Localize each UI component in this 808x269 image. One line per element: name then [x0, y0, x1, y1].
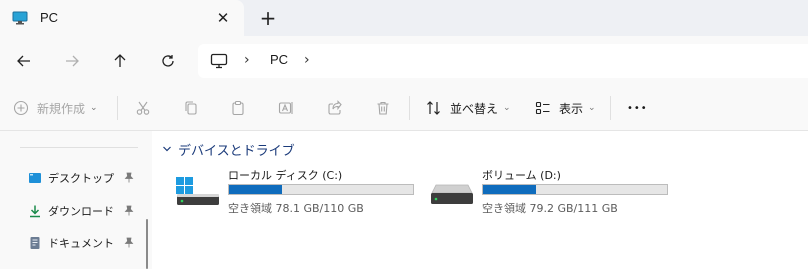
back-button[interactable] — [11, 48, 37, 74]
usage-bar — [228, 184, 414, 195]
arrow-up-icon — [114, 54, 126, 67]
list-view-icon — [535, 101, 550, 115]
divider — [409, 96, 410, 120]
hard-drive-icon — [176, 177, 219, 205]
chevron-down-icon: ⌄ — [503, 103, 511, 113]
desktop-icon — [29, 173, 41, 183]
free-space-text: 空き領域 78.1 GB/110 GB — [228, 202, 364, 215]
sidebar-item-downloads[interactable]: ダウンロード — [28, 200, 140, 222]
monitor-icon — [12, 11, 28, 25]
clipboard-icon — [232, 100, 244, 116]
drive-d[interactable]: ボリューム (D:) 空き領域 79.2 GB/111 GB — [430, 167, 680, 217]
sort-button[interactable]: 並べ替え ⌄ — [426, 86, 511, 130]
drive-name: ローカル ディスク (C:) — [228, 169, 343, 182]
drive-c[interactable]: ローカル ディスク (C:) 空き領域 78.1 GB/110 GB — [176, 167, 426, 217]
divider — [20, 147, 138, 148]
tab-pc[interactable]: PC ✕ — [0, 0, 244, 36]
free-space-text: 空き領域 79.2 GB/111 GB — [482, 202, 618, 215]
hard-drive-icon — [431, 184, 473, 204]
trash-icon — [377, 101, 389, 115]
chevron-down-icon — [163, 146, 171, 152]
divider — [610, 96, 611, 120]
up-button[interactable] — [107, 48, 133, 74]
tab-title: PC — [40, 10, 59, 25]
group-title: デバイスとドライブ — [178, 143, 295, 159]
document-icon — [30, 237, 40, 249]
sidebar-item-label: デスクトップ — [48, 172, 114, 185]
pin-icon — [124, 237, 134, 248]
scrollbar[interactable] — [146, 219, 148, 269]
chevron-down-icon: ⌄ — [588, 103, 596, 113]
sidebar-item-desktop[interactable]: デスクトップ — [28, 167, 140, 189]
usage-bar — [482, 184, 668, 195]
view-button[interactable]: 表示 ⌄ — [535, 86, 596, 130]
arrow-left-icon — [17, 55, 30, 67]
share-button[interactable] — [327, 86, 343, 130]
breadcrumb-separator[interactable]: › — [244, 52, 250, 68]
divider — [117, 96, 118, 120]
download-icon — [30, 205, 40, 218]
sidebar-item-label: ダウンロード — [48, 205, 114, 218]
breadcrumb-separator[interactable]: › — [304, 52, 310, 68]
cut-button[interactable] — [135, 86, 151, 130]
breadcrumb-pc[interactable]: PC — [270, 52, 288, 67]
pin-icon — [124, 205, 134, 216]
arrow-right-icon — [66, 55, 79, 67]
pin-icon — [124, 172, 134, 183]
chevron-down-icon: ⌄ — [90, 103, 98, 113]
sort-icon — [427, 101, 440, 115]
group-header-devices[interactable]: デバイスとドライブ — [162, 139, 295, 159]
command-bar: 新規作成 ⌄ 並べ替え ⌄ 表示 ⌄ ••• — [0, 86, 808, 131]
plus-circle-icon — [13, 100, 29, 116]
sidebar-item-label: ドキュメント — [48, 237, 114, 250]
view-label: 表示 — [559, 101, 584, 116]
windows-logo-icon — [176, 177, 193, 194]
monitor-icon — [210, 53, 228, 69]
navigation-pane: デスクトップ ダウンロード ドキュメント — [0, 131, 152, 269]
drive-name: ボリューム (D:) — [482, 169, 561, 182]
tab-close-button[interactable]: ✕ — [214, 9, 232, 27]
copy-button[interactable] — [183, 86, 199, 130]
refresh-button[interactable] — [155, 48, 181, 74]
content-area: デバイスとドライブ ローカル ディスク (C:) 空き領域 78.1 GB/11… — [152, 131, 808, 269]
new-label: 新規作成 — [37, 101, 86, 116]
paste-button[interactable] — [230, 86, 246, 130]
sidebar-item-documents[interactable]: ドキュメント — [28, 232, 140, 254]
share-icon — [328, 100, 342, 115]
delete-button[interactable] — [375, 86, 391, 130]
copy-icon — [185, 101, 197, 115]
address-bar[interactable]: › PC › — [198, 44, 808, 78]
tab-bar: PC ✕ + — [0, 0, 808, 36]
rename-button[interactable] — [278, 86, 294, 130]
sort-label: 並べ替え — [450, 101, 499, 116]
more-options-button[interactable]: ••• — [627, 86, 648, 130]
forward-button[interactable] — [59, 48, 85, 74]
new-button[interactable]: 新規作成 ⌄ — [13, 86, 98, 130]
refresh-icon — [162, 55, 174, 67]
scissors-icon — [136, 101, 150, 115]
rename-icon — [278, 102, 293, 114]
new-tab-button[interactable]: + — [258, 7, 278, 29]
